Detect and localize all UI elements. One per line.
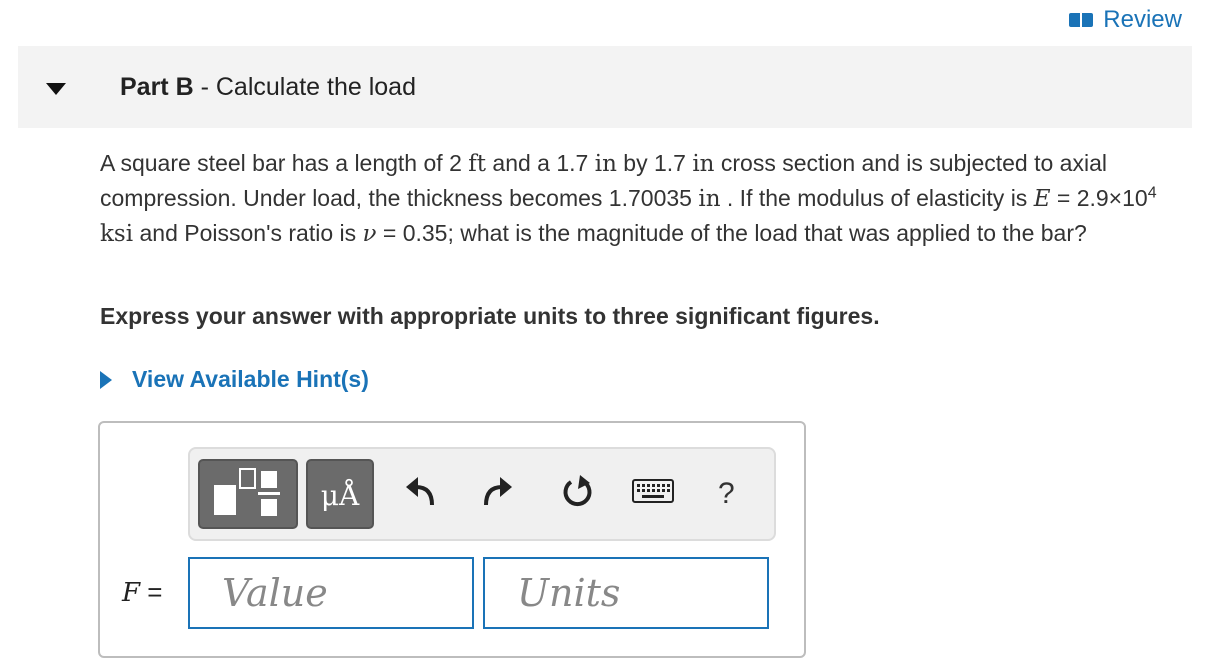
problem-text: and Poisson's ratio is <box>133 220 363 246</box>
keyboard-icon <box>632 479 674 503</box>
redo-icon <box>484 477 512 506</box>
help-button[interactable]: ? <box>718 477 735 511</box>
equation-toolbar: μÅ ? <box>188 447 776 541</box>
problem-text: and a 1.7 <box>486 150 595 176</box>
symbol-e: E <box>1033 186 1051 212</box>
value-placeholder: Value <box>222 571 328 615</box>
review-link[interactable]: Review <box>1069 6 1182 34</box>
templates-button[interactable] <box>198 459 298 529</box>
equals-sign: = <box>140 577 163 607</box>
problem-text: = 0.35; what is the magnitude of the loa… <box>376 220 1087 246</box>
problem-text: A square steel bar has a length of 2 <box>100 150 469 176</box>
review-label: Review <box>1103 6 1182 33</box>
answer-box: μÅ ? F = Value Units <box>98 421 806 658</box>
reset-button[interactable] <box>560 473 596 516</box>
unit-in: in <box>692 151 715 177</box>
variable-f: F <box>122 578 141 608</box>
problem-text: by 1.7 <box>616 150 693 176</box>
part-prefix: Part B <box>120 72 194 101</box>
undo-icon <box>406 477 434 506</box>
unit-ft: ft <box>468 151 487 177</box>
problem-text: . If the modulus of elasticity is <box>720 185 1034 211</box>
templates-icon <box>214 468 280 516</box>
book-icon <box>1069 13 1094 27</box>
help-icon: ? <box>718 477 735 510</box>
hint-label: View Available Hint(s) <box>132 366 369 392</box>
unit-in: in <box>594 151 617 177</box>
redo-button[interactable] <box>480 473 514 514</box>
units-input[interactable]: Units <box>483 557 769 629</box>
unit-ksi: ksi <box>100 221 134 247</box>
unit-in: in <box>698 186 721 212</box>
symbol-nu: ν <box>362 221 377 247</box>
problem-text: = 2.9×10 <box>1050 185 1148 211</box>
part-title: Part B - Calculate the load <box>120 73 416 102</box>
part-separator: - <box>193 72 216 101</box>
hint-toggle[interactable]: View Available Hint(s) <box>100 366 369 393</box>
instruction: Express your answer with appropriate uni… <box>100 303 880 329</box>
expand-triangle-icon <box>100 370 112 389</box>
part-title-text: Calculate the load <box>215 72 416 101</box>
exponent: 4 <box>1147 184 1157 202</box>
keyboard-button[interactable] <box>632 479 674 508</box>
units-button[interactable]: μÅ <box>306 459 374 529</box>
value-input[interactable]: Value <box>188 557 474 629</box>
units-icon: μÅ <box>320 479 360 512</box>
collapse-triangle-icon[interactable] <box>46 83 66 95</box>
problem-statement: A square steel bar has a length of 2 ft … <box>100 146 1190 251</box>
reset-icon <box>563 475 592 507</box>
units-placeholder: Units <box>517 571 621 615</box>
undo-button[interactable] <box>404 473 438 514</box>
answer-variable-label: F = <box>122 577 162 608</box>
part-header[interactable]: Part B - Calculate the load <box>18 46 1192 128</box>
